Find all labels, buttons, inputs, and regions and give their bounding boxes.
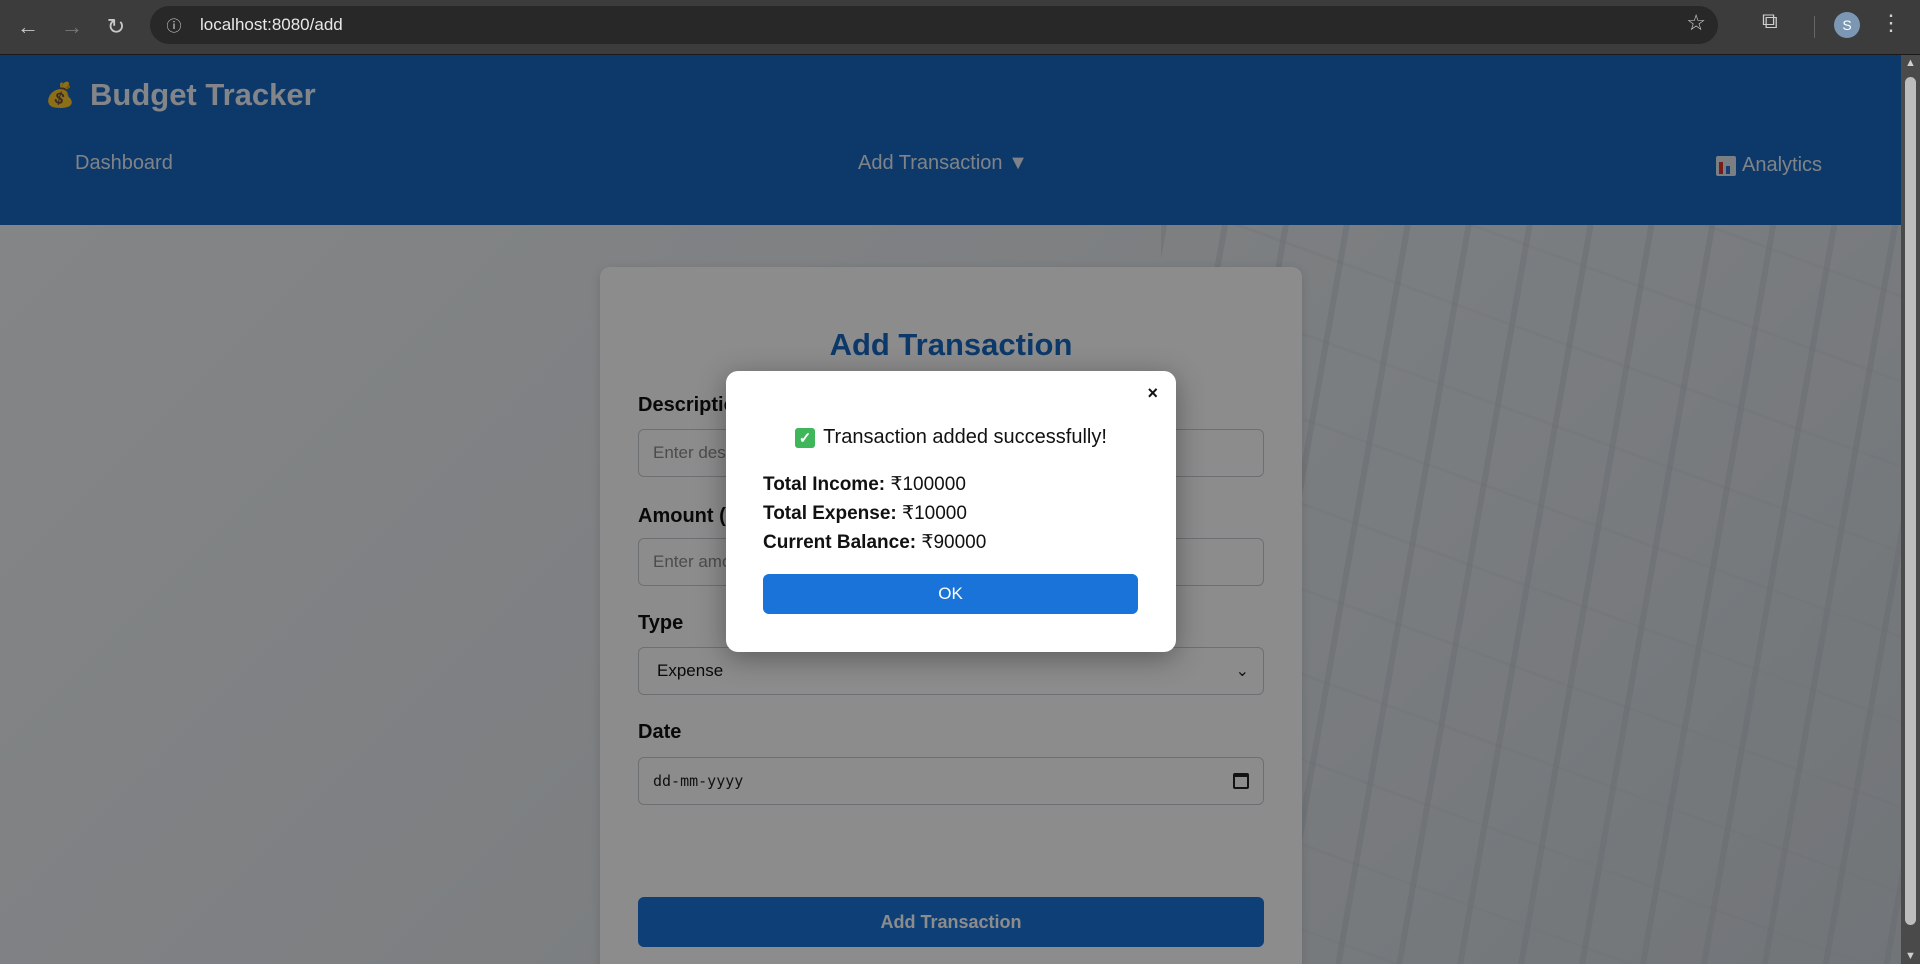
total-income-label: Total Income: bbox=[763, 474, 886, 495]
toolbar-divider bbox=[1814, 16, 1815, 38]
current-balance-value: ₹90000 bbox=[921, 532, 987, 553]
reload-icon[interactable]: ↻ bbox=[96, 7, 136, 47]
back-arrow-icon[interactable]: ← bbox=[8, 7, 48, 47]
success-message: ✓ Transaction added successfully! bbox=[726, 426, 1176, 449]
info-icon[interactable]: ⓘ bbox=[162, 13, 186, 37]
kebab-menu-icon[interactable]: ⋮ bbox=[1880, 10, 1902, 36]
current-balance: Current Balance: ₹90000 bbox=[763, 531, 986, 554]
puzzle-icon[interactable]: ⧉ bbox=[1762, 8, 1778, 34]
checkmark-icon: ✓ bbox=[795, 427, 816, 448]
browser-nav-buttons: ← → ↻ bbox=[8, 7, 136, 47]
current-balance-label: Current Balance: bbox=[763, 532, 917, 553]
total-expense-label: Total Expense: bbox=[763, 503, 897, 524]
page-viewport: 💰 Budget Tracker Dashboard Add Transacti… bbox=[0, 55, 1901, 964]
star-icon[interactable]: ☆ bbox=[1686, 10, 1706, 36]
total-expense: Total Expense: ₹10000 bbox=[763, 502, 967, 525]
total-income-value: ₹100000 bbox=[890, 474, 966, 495]
address-bar[interactable]: ⓘ localhost:8080/add ☆ bbox=[150, 6, 1718, 44]
url-text[interactable]: localhost:8080/add bbox=[200, 15, 343, 35]
success-dialog: × ✓ Transaction added successfully! Tota… bbox=[726, 371, 1176, 652]
forward-arrow-icon[interactable]: → bbox=[52, 7, 92, 47]
success-message-text: Transaction added successfully! bbox=[823, 426, 1107, 448]
page-scrollbar[interactable]: ▲ ▼ bbox=[1901, 55, 1920, 964]
profile-avatar[interactable]: S bbox=[1834, 12, 1860, 38]
scroll-thumb[interactable] bbox=[1905, 77, 1916, 925]
browser-toolbar: ← → ↻ ⓘ localhost:8080/add ☆ ⧉ S ⋮ bbox=[0, 0, 1920, 55]
ok-button[interactable]: OK bbox=[763, 574, 1138, 614]
scroll-up-icon[interactable]: ▲ bbox=[1905, 57, 1916, 69]
total-expense-value: ₹10000 bbox=[902, 503, 967, 524]
total-income: Total Income: ₹100000 bbox=[763, 473, 966, 496]
scroll-down-icon[interactable]: ▼ bbox=[1905, 950, 1916, 962]
close-icon[interactable]: × bbox=[1147, 383, 1158, 404]
